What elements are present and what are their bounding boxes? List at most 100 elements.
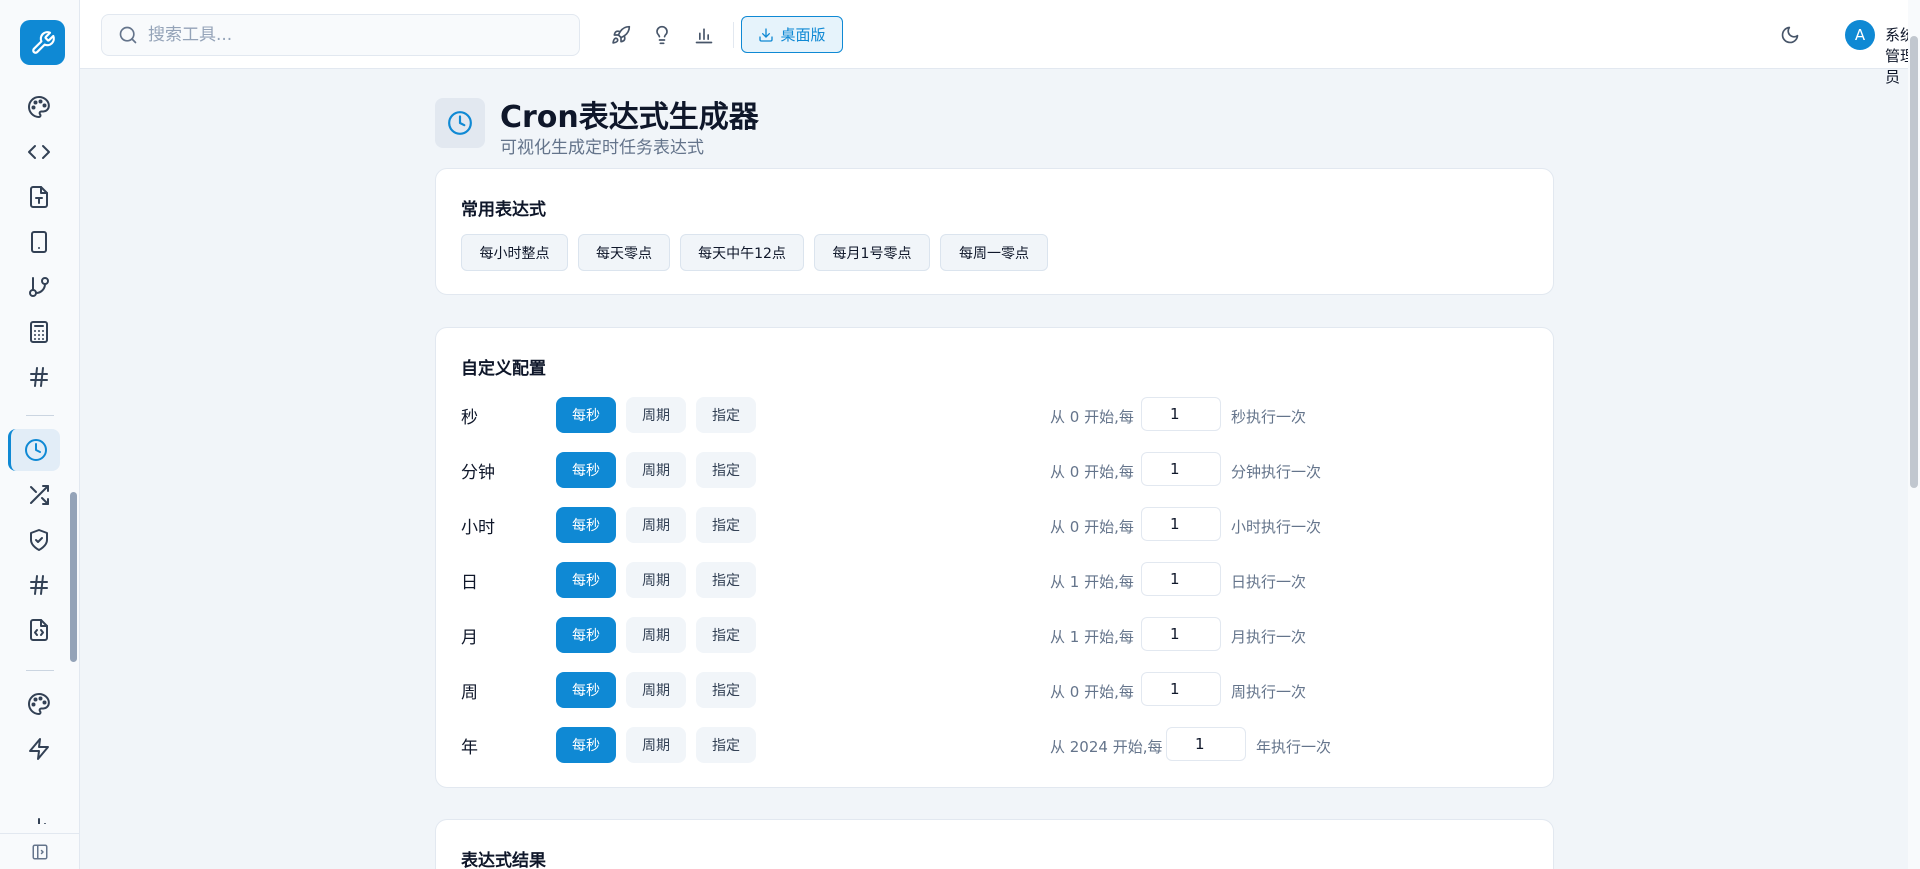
panel-left-icon bbox=[32, 844, 48, 859]
mode-specific-button[interactable]: 指定 bbox=[696, 562, 756, 598]
mode-every-button[interactable]: 每秒 bbox=[556, 562, 616, 598]
page-subtitle: 可视化生成定时任务表达式 bbox=[500, 138, 704, 158]
row-prefix: 从 1 开始,每 bbox=[1050, 628, 1134, 646]
desktop-version-label: 桌面版 bbox=[780, 26, 826, 44]
header-divider bbox=[733, 22, 734, 48]
row-suffix: 日执行一次 bbox=[1231, 573, 1307, 591]
result-card: 表达式结果 bbox=[435, 819, 1554, 869]
stats-button[interactable] bbox=[689, 20, 719, 50]
sidebar-collapse-button[interactable] bbox=[0, 833, 80, 869]
config-row-hour: 小时 每秒 周期 指定 从 0 开始,每 小时执行一次 bbox=[436, 507, 1555, 543]
hash-icon bbox=[30, 367, 48, 387]
sidebar bbox=[0, 0, 80, 869]
row-label: 月 bbox=[461, 628, 478, 648]
row-label: 年 bbox=[461, 738, 478, 758]
mode-cycle-button[interactable]: 周期 bbox=[626, 672, 686, 708]
presets-title: 常用表达式 bbox=[461, 200, 546, 220]
sidebar-item-git-tools[interactable] bbox=[22, 270, 56, 304]
page-title-icon bbox=[435, 98, 485, 148]
page-scrollbar[interactable] bbox=[1910, 36, 1918, 488]
custom-config-title: 自定义配置 bbox=[461, 359, 546, 379]
config-row-minute: 分钟 每秒 周期 指定 从 0 开始,每 分钟执行一次 bbox=[436, 452, 1555, 488]
mode-cycle-button[interactable]: 周期 bbox=[626, 397, 686, 433]
mode-specific-button[interactable]: 指定 bbox=[696, 727, 756, 763]
search-box[interactable] bbox=[101, 14, 580, 56]
mode-specific-button[interactable]: 指定 bbox=[696, 397, 756, 433]
mode-every-button[interactable]: 每秒 bbox=[556, 672, 616, 708]
row-prefix: 从 0 开始,每 bbox=[1050, 463, 1134, 481]
search-icon bbox=[119, 26, 137, 44]
page-title: Cron表达式生成器 bbox=[500, 100, 759, 135]
mode-specific-button[interactable]: 指定 bbox=[696, 452, 756, 488]
app-logo[interactable] bbox=[20, 20, 65, 65]
sidebar-item-security[interactable] bbox=[22, 523, 56, 557]
rocket-button[interactable] bbox=[606, 20, 636, 50]
custom-config-card: 自定义配置 秒 每秒 周期 指定 从 0 开始,每 秒执行一次 分钟 每秒 周期… bbox=[435, 327, 1554, 788]
interval-input[interactable] bbox=[1141, 617, 1221, 651]
row-suffix: 小时执行一次 bbox=[1231, 518, 1322, 536]
code-icon bbox=[28, 145, 50, 159]
bar-chart-icon bbox=[38, 818, 46, 824]
interval-input[interactable] bbox=[1166, 727, 1246, 761]
sidebar-item-hash-generator[interactable] bbox=[22, 568, 56, 602]
mode-specific-button[interactable]: 指定 bbox=[696, 507, 756, 543]
config-row-month: 月 每秒 周期 指定 从 1 开始,每 月执行一次 bbox=[436, 617, 1555, 653]
git-branch-icon bbox=[29, 277, 49, 297]
row-suffix: 周执行一次 bbox=[1231, 683, 1307, 701]
search-input[interactable] bbox=[148, 25, 548, 45]
mode-cycle-button[interactable]: 周期 bbox=[626, 617, 686, 653]
mode-every-button[interactable]: 每秒 bbox=[556, 727, 616, 763]
sidebar-item-hash-tools[interactable] bbox=[22, 360, 56, 394]
theme-toggle-button[interactable] bbox=[1775, 20, 1805, 50]
row-suffix: 月执行一次 bbox=[1231, 628, 1307, 646]
top-header: 桌面版 A 系统管理员 bbox=[80, 0, 1920, 86]
mode-every-button[interactable]: 每秒 bbox=[556, 617, 616, 653]
preset-daily-noon[interactable]: 每天中午12点 bbox=[680, 234, 804, 271]
file-text-icon bbox=[30, 186, 48, 208]
desktop-version-button[interactable]: 桌面版 bbox=[741, 16, 843, 53]
row-prefix: 从 0 开始,每 bbox=[1050, 683, 1134, 701]
presets-card: 常用表达式 每小时整点 每天零点 每天中午12点 每月1号零点 每周一零点 bbox=[435, 168, 1554, 295]
sidebar-item-performance[interactable] bbox=[22, 732, 56, 766]
preset-daily-midnight[interactable]: 每天零点 bbox=[578, 234, 670, 271]
mode-specific-button[interactable]: 指定 bbox=[696, 672, 756, 708]
preset-weekly-monday[interactable]: 每周一零点 bbox=[940, 234, 1048, 271]
mode-cycle-button[interactable]: 周期 bbox=[626, 562, 686, 598]
mode-every-button[interactable]: 每秒 bbox=[556, 397, 616, 433]
interval-input[interactable] bbox=[1141, 397, 1221, 431]
mode-cycle-button[interactable]: 周期 bbox=[626, 507, 686, 543]
sidebar-divider bbox=[26, 415, 54, 416]
tips-button[interactable] bbox=[647, 20, 677, 50]
rocket-icon bbox=[612, 25, 631, 44]
mode-cycle-button[interactable]: 周期 bbox=[626, 727, 686, 763]
sidebar-item-random[interactable] bbox=[22, 478, 56, 512]
mode-specific-button[interactable]: 指定 bbox=[696, 617, 756, 653]
sidebar-item-design[interactable] bbox=[22, 687, 56, 721]
result-title: 表达式结果 bbox=[461, 851, 546, 869]
mode-every-button[interactable]: 每秒 bbox=[556, 507, 616, 543]
zap-icon bbox=[29, 738, 49, 760]
interval-input[interactable] bbox=[1141, 562, 1221, 596]
interval-input[interactable] bbox=[1141, 672, 1221, 706]
sidebar-item-code-file[interactable] bbox=[22, 613, 56, 647]
sidebar-item-cron[interactable] bbox=[8, 429, 60, 471]
sidebar-item-color-tools[interactable] bbox=[22, 90, 56, 124]
hash-icon bbox=[30, 575, 48, 595]
interval-input[interactable] bbox=[1141, 507, 1221, 541]
mode-cycle-button[interactable]: 周期 bbox=[626, 452, 686, 488]
interval-input[interactable] bbox=[1141, 452, 1221, 486]
preset-hourly[interactable]: 每小时整点 bbox=[461, 234, 568, 271]
avatar[interactable]: A bbox=[1845, 20, 1875, 50]
sidebar-scrollbar[interactable] bbox=[70, 492, 77, 662]
row-prefix: 从 0 开始,每 bbox=[1050, 518, 1134, 536]
row-suffix: 分钟执行一次 bbox=[1231, 463, 1322, 481]
row-prefix: 从 0 开始,每 bbox=[1050, 408, 1134, 426]
preset-monthly-first[interactable]: 每月1号零点 bbox=[814, 234, 930, 271]
sidebar-item-device-tools[interactable] bbox=[22, 225, 56, 259]
palette-icon bbox=[28, 96, 50, 118]
sidebar-item-calculator[interactable] bbox=[22, 315, 56, 349]
sidebar-item-charts[interactable] bbox=[22, 800, 56, 824]
mode-every-button[interactable]: 每秒 bbox=[556, 452, 616, 488]
sidebar-item-text-tools[interactable] bbox=[22, 180, 56, 214]
sidebar-item-code-tools[interactable] bbox=[22, 135, 56, 169]
